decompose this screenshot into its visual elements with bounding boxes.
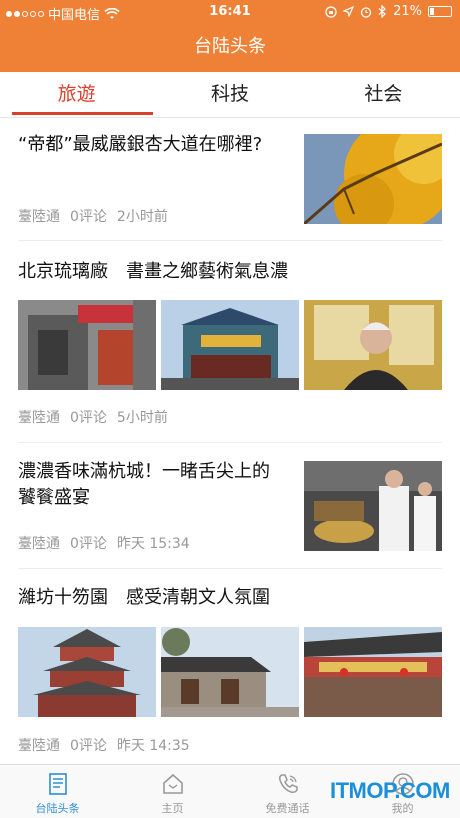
article-item[interactable]: 濰坊十笏園 感受清朝文人氛圍 臺陸通 0评论 昨天 14:35 [18,569,442,764]
location-icon [343,6,355,17]
article-comments: 0评论 [70,536,107,552]
article-comments: 0评论 [70,209,107,225]
article-item[interactable]: 北京琉璃廠 書畫之鄉藝術氣息濃 臺陸通 0评论 5小时前 [18,241,442,443]
article-time: 5小时前 [116,410,168,426]
article-thumbnail [304,134,442,224]
status-bar: 中国电信 16:41 21% [0,0,460,24]
article-item[interactable]: “帝都”最威嚴銀杏大道在哪裡? 臺陸通 0评论 2小时前 [18,118,442,241]
alarm-icon [360,6,372,18]
article-title: “帝都”最威嚴銀杏大道在哪裡? [18,134,263,155]
article-title: 北京琉璃廠 書畫之鄉藝術氣息濃 [18,261,288,282]
tabbar-item-free-call[interactable]: 免费通话 [230,765,345,818]
tab-society[interactable]: 社会 [307,72,460,117]
article-time: 2小时前 [116,209,168,225]
tab-tech[interactable]: 科技 [153,72,306,117]
article-thumbnail [161,627,299,717]
article-comments: 0评论 [70,738,107,754]
nav-bar: 台陆头条 [0,24,460,72]
battery-icon [428,6,452,17]
article-item[interactable]: 濃濃香味滿杭城！一睹舌尖上的饕餮盛宴 臺陸通 0评论 昨天 15:34 [18,443,442,569]
article-source: 臺陸通 [18,209,60,225]
article-thumbnail [304,300,442,390]
home-icon [162,773,183,794]
article-thumbnail [18,300,156,390]
rotation-lock-icon [325,5,337,18]
article-comments: 0评论 [70,410,107,426]
news-icon [48,773,67,795]
phone-icon [278,774,298,793]
page-title: 台陆头条 [194,36,266,57]
article-thumbnail [304,627,442,717]
article-source: 臺陸通 [18,410,60,426]
article-thumbnail [161,300,299,390]
category-tabs: 旅遊 科技 社会 [0,72,460,118]
article-time: 昨天 14:35 [116,738,190,754]
article-title: 濰坊十笏園 感受清朝文人氛圍 [18,587,270,608]
tabbar-label: 免费通话 [265,802,310,815]
watermark: ITMOP.COM [330,778,450,803]
article-thumbnail [304,461,442,551]
article-title: 濃濃香味滿杭城！一睹舌尖上的饕餮盛宴 [18,461,270,508]
tabbar-item-home[interactable]: 主页 [115,765,230,818]
article-source: 臺陸通 [18,738,60,754]
article-source: 臺陸通 [18,536,60,552]
tab-travel[interactable]: 旅遊 [0,72,154,117]
article-thumbnail [18,627,156,717]
tabbar-label: 主页 [161,802,184,815]
tabbar-item-news[interactable]: 台陆头条 [0,765,115,818]
battery-percent: 21% [393,4,422,19]
article-time: 昨天 15:34 [116,536,190,552]
tabbar-label: 台陆头条 [35,802,80,815]
bluetooth-icon [378,5,386,18]
